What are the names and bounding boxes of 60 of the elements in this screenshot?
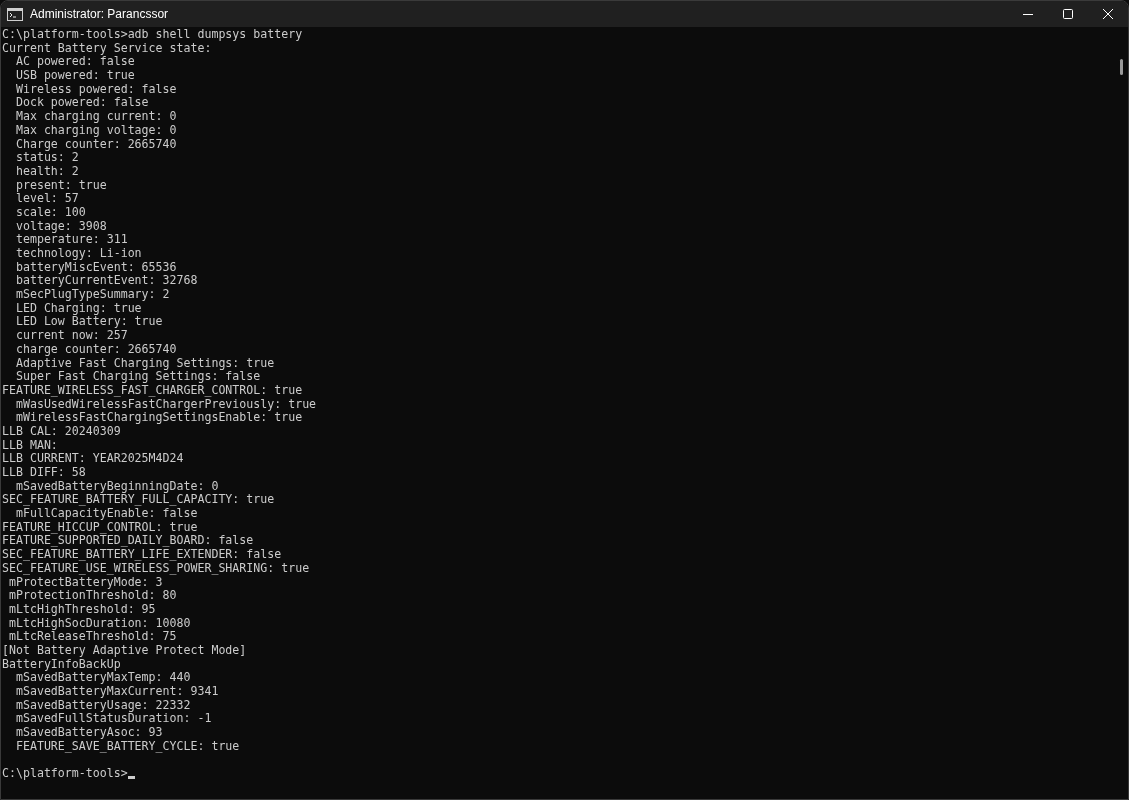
output-line: [Not Battery Adaptive Protect Mode]: [2, 643, 247, 658]
output-line: mSavedBatteryUsage: 22332: [14, 698, 191, 713]
output-line: FEATURE_WIRELESS_FAST_CHARGER_CONTROL: true: [2, 383, 303, 398]
output-line: health: 2: [14, 164, 79, 179]
output-line: level: 57: [14, 192, 79, 206]
output-line: FEATURE_SAVE_BATTERY_CYCLE: true: [14, 739, 240, 754]
output-line: status: 2: [14, 151, 79, 165]
output-line: batteryCurrentEvent: 32768: [14, 274, 198, 289]
output-line: AC powered: false: [14, 55, 135, 70]
output-line: Charge counter: 2665740: [14, 137, 177, 152]
output-line: Max charging voltage: 0: [14, 123, 177, 138]
output-line: Dock powered: false: [14, 96, 149, 111]
output-line: BatteryInfoBackUp: [2, 657, 121, 672]
command-prompt: C:\platform-tools>: [2, 767, 128, 781]
output-line: mSavedBatteryBeginningDate: 0: [14, 479, 219, 494]
output-line: SEC_FEATURE_BATTERY_LIFE_EXTENDER: false: [2, 548, 282, 562]
output-line: LLB CAL: 20240309: [2, 424, 121, 439]
output-line: FEATURE_SUPPORTED_DAILY_BOARD: false: [2, 534, 254, 549]
output-line: USB powered: true: [14, 69, 135, 83]
output-line: mProtectionThreshold: 80: [7, 589, 177, 603]
output-line: LLB DIFF: 58: [2, 466, 86, 480]
scrollbar-thumb[interactable]: [1120, 59, 1123, 75]
close-icon: [1103, 9, 1113, 19]
output-line: LED Low Battery: true: [14, 315, 163, 330]
output-line: mLtcReleaseThreshold: 75: [7, 630, 177, 644]
output-line: SEC_FEATURE_BATTERY_FULL_CAPACITY: true: [2, 493, 275, 508]
output-line: current now: 257: [14, 329, 128, 343]
output-line: Current Battery Service state:: [2, 41, 212, 56]
output-line: mSavedBatteryAsoc: 93: [14, 726, 163, 740]
output-line: mSavedBatteryMaxTemp: 440: [15, 671, 191, 685]
output-line: voltage: 3908: [14, 219, 107, 234]
output-line: mWasUsedWirelessFastChargerPreviously: true: [15, 397, 317, 412]
output-line: LLB MAN:: [2, 438, 58, 453]
text-cursor: [127, 775, 135, 779]
output-line: mProtectBatteryMode: 3: [8, 575, 163, 590]
output-line: mFullCapacityEnable: false: [14, 507, 198, 521]
output-line: LED Charging: true: [14, 301, 142, 316]
output-line: mWirelessFastChargingSettingsEnable: true: [14, 411, 303, 425]
output-line: LLB CURRENT: YEAR2025M4D24: [2, 452, 184, 466]
output-line: mLtcHighThreshold: 95: [7, 602, 156, 617]
maximize-icon: [1063, 9, 1073, 19]
output-line: scale: 100: [14, 205, 86, 220]
output-line: C:\platform-tools>adb shell dumpsys battery: [2, 28, 303, 42]
output-line: Adaptive Fast Charging Settings: true: [14, 356, 275, 371]
output-line: mSavedBatteryMaxCurrent: 9341: [14, 685, 219, 699]
output-line: present: true: [14, 178, 107, 193]
output-line: batteryMiscEvent: 65536: [14, 260, 177, 275]
output-line: mSavedFullStatusDuration: -1: [14, 712, 212, 727]
terminal-icon: [7, 7, 23, 21]
output-line: Wireless powered: false: [14, 82, 177, 97]
output-line: SEC_FEATURE_USE_WIRELESS_POWER_SHARING: true: [2, 561, 310, 576]
window-title: Administrator: Parancssor: [30, 7, 169, 21]
output-line: Super Fast Charging Settings: false: [14, 370, 261, 384]
output-line: mLtcHighSocDuration: 10080: [7, 616, 191, 631]
output-line: charge counter: 2665740: [14, 342, 177, 357]
output-line: technology: Li-ion: [14, 247, 142, 261]
output-line: mSecPlugTypeSummary: 2: [14, 288, 170, 302]
output-line: temperature: 311: [14, 233, 128, 247]
output-line: FEATURE_HICCUP_CONTROL: true: [2, 520, 198, 535]
output-line: Max charging current: 0: [14, 110, 177, 124]
